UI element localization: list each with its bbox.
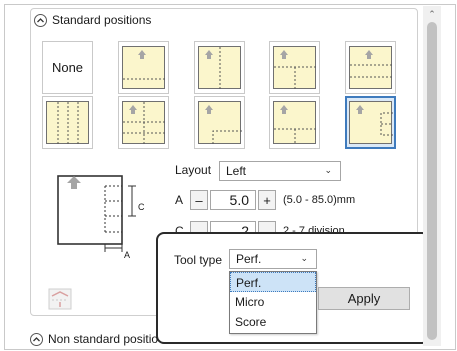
thumb-preview: [349, 46, 393, 89]
tool-type-select[interactable]: Perf. ⌄: [229, 249, 317, 269]
thumb-grid[interactable]: [118, 96, 169, 149]
scrollbar-thumb[interactable]: [427, 22, 437, 340]
diagram-label-a: A: [124, 250, 131, 260]
section-title: Non standard positio: [48, 332, 159, 346]
thumb-vertical-three[interactable]: [42, 96, 93, 149]
layout-preview-icon: [350, 50, 393, 78]
param-a-label: A: [175, 193, 184, 207]
layout-preview-icon: [123, 50, 166, 80]
thumb-half-vertical[interactable]: [269, 41, 320, 94]
thumb-preview: [122, 46, 166, 89]
tool-type-dropdown-list: Perf. Micro Score: [229, 271, 317, 334]
a-increment-button[interactable]: +: [258, 190, 276, 210]
a-range-text: (5.0 - 85.0)mm: [283, 194, 356, 206]
standard-positions-header[interactable]: Standard positions: [34, 13, 151, 27]
thumb-bottom-split[interactable]: [269, 96, 320, 149]
chevron-up-icon: [33, 336, 40, 341]
thumb-preview: [273, 46, 317, 90]
thumb-none[interactable]: None: [42, 41, 93, 94]
expand-button[interactable]: [30, 332, 43, 346]
thumb-horizontal-bottom[interactable]: [118, 41, 169, 94]
layout-preview-icon: [57, 102, 79, 145]
thumb-preview: [122, 101, 166, 145]
layout-diagram: [57, 175, 136, 252]
a-value-field[interactable]: 5.0: [210, 190, 256, 210]
chevron-up-icon: [37, 17, 44, 22]
a-decrement-button[interactable]: –: [190, 190, 208, 210]
minus-icon: –: [195, 192, 203, 208]
tool-type-label: Tool type: [174, 253, 223, 267]
thumb-none-label: None: [51, 60, 84, 75]
thumb-preview: [273, 101, 317, 145]
thumb-preview: [198, 46, 241, 90]
thumb-corner[interactable]: [194, 96, 245, 149]
thumb-preview: [349, 101, 393, 144]
apply-button[interactable]: Apply: [318, 287, 410, 310]
thumb-right-perf-selected[interactable]: [345, 96, 396, 149]
apply-label: Apply: [347, 291, 381, 306]
layout-preview-icon: [205, 105, 242, 145]
layout-preview-icon: [274, 105, 317, 145]
option-score[interactable]: Score: [230, 312, 316, 332]
option-micro[interactable]: Micro: [230, 292, 316, 312]
tool-type-value: Perf.: [236, 252, 262, 266]
chevron-down-icon: ⌄: [300, 253, 308, 263]
section-title: Standard positions: [52, 13, 152, 27]
diagram-label-c: C: [138, 202, 145, 212]
thumb-preview: [46, 101, 89, 145]
layout-label: Layout: [175, 163, 212, 177]
a-value: 5.0: [229, 192, 249, 208]
layout-select[interactable]: Left ⌄: [219, 161, 341, 181]
thumb-preview: [198, 101, 242, 145]
non-standard-positions-header[interactable]: Non standard positio: [30, 332, 158, 346]
scroll-up-arrow-icon[interactable]: ⌃: [425, 8, 439, 20]
thumb-horizontal-three[interactable]: [345, 41, 396, 94]
perforation-tool-icon: [48, 288, 72, 310]
chevron-down-icon: ⌄: [324, 165, 332, 175]
layout-preview-icon: [356, 105, 393, 136]
layout-preview-icon: [205, 47, 221, 90]
layout-preview-icon: [123, 102, 166, 145]
layout-value: Left: [226, 164, 247, 178]
layout-preview-icon: [274, 50, 317, 90]
option-perf[interactable]: Perf.: [230, 272, 316, 292]
plus-icon: +: [263, 192, 271, 208]
collapse-button[interactable]: [34, 13, 47, 27]
thumb-vertical-two[interactable]: [194, 41, 245, 94]
